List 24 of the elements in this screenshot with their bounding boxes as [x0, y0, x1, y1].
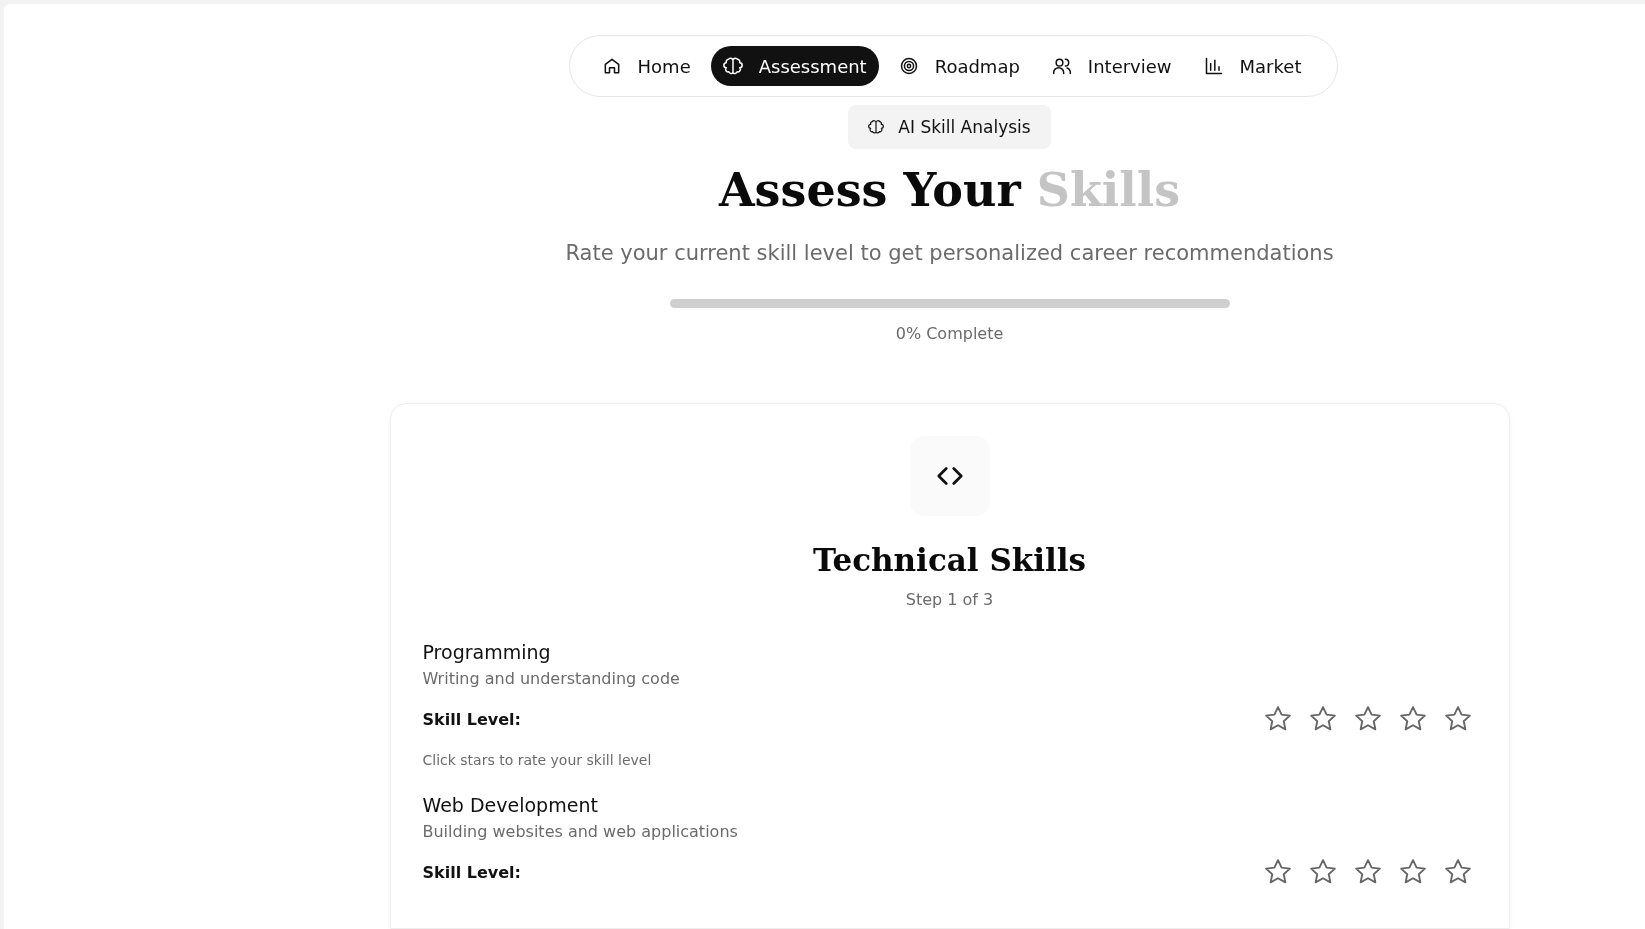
- bar-chart-icon: [1203, 56, 1224, 76]
- skill-name: Programming: [422, 641, 552, 663]
- nav-tab[interactable]: Interview: [1039, 46, 1184, 86]
- nav-tab[interactable]: Market: [1191, 46, 1314, 86]
- rating-hint: Click stars to rate your skill level: [422, 752, 653, 768]
- target-icon: [898, 56, 919, 76]
- brain-icon: [722, 56, 743, 76]
- progress-caption: 0% Complete: [895, 324, 1004, 343]
- skill-description: Writing and understanding code: [422, 669, 681, 688]
- nav-tab[interactable]: Home: [589, 46, 703, 86]
- page-subtitle: Rate your current skill level to get personalized career recommendations: [565, 241, 1334, 265]
- step-label: Step 1 of 3: [905, 590, 994, 609]
- heading-accent: Skills: [1036, 163, 1181, 217]
- page-heading: Assess Your: [718, 163, 1021, 217]
- nav-tab[interactable]: Assessment: [710, 46, 879, 86]
- skill-level-label: Skill Level:: [422, 862, 521, 882]
- badge-label: AI Skill Analysis: [898, 117, 1031, 137]
- skill-description: Building websites and web applications: [422, 822, 739, 841]
- skill-level-label: Skill Level:: [422, 709, 521, 729]
- nav-tab[interactable]: Roadmap: [886, 46, 1032, 86]
- users-icon: [1051, 56, 1072, 76]
- section-title: Technical Skills: [812, 542, 1087, 578]
- brain-icon: [868, 119, 885, 135]
- skill-name: Web Development: [422, 794, 599, 816]
